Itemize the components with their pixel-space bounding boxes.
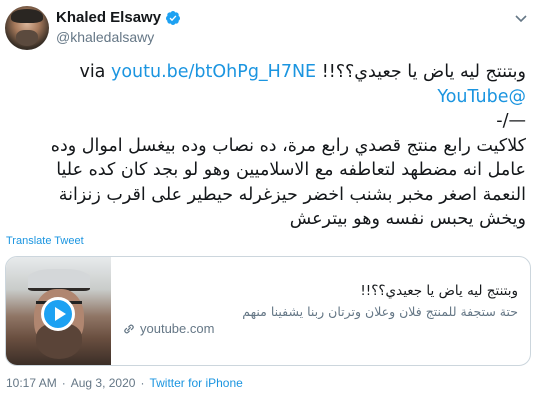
card-description: حتة ستجفة للمنتج فلان وعلان وترتان ربنا … (242, 304, 518, 319)
tweet-source[interactable]: Twitter for iPhone (149, 376, 242, 390)
tweet-line-1: وبتنتج ليه ياض يا جعيدي؟؟!! via youtu.be… (11, 60, 526, 85)
card-title: وبتنتج ليه ياض يا جعيدي؟؟!! (360, 283, 518, 299)
translate-tweet-link[interactable]: Translate Tweet (6, 235, 84, 247)
tweet-line-5: عامل انه مضطهد لتعاطفه مع الاسلاميين وهو… (56, 160, 526, 180)
avatar-beard (16, 30, 38, 46)
thumbnail-hat (28, 269, 90, 291)
chevron-down-icon[interactable] (513, 10, 529, 26)
avatar[interactable] (5, 6, 49, 50)
tweet-meta: 10:17 AM · Aug 3, 2020 · Twitter for iPh… (6, 376, 243, 390)
name-row: Khaled Elsawy (56, 9, 181, 26)
tweet-line-6: النعمة اصغر مخبر بشنب اخضر حيزغرله حيطير… (58, 184, 526, 205)
tweet-line-2: @YouTube (11, 85, 526, 110)
user-handle[interactable]: @khaledalsawy (56, 29, 154, 45)
play-icon[interactable] (41, 297, 75, 331)
link-preview-card[interactable]: وبتنتج ليه ياض يا جعيدي؟؟!! حتة ستجفة لل… (5, 256, 531, 366)
avatar-hair (11, 9, 43, 23)
tweet-date[interactable]: Aug 3, 2020 (71, 376, 136, 390)
tweet-time[interactable]: 10:17 AM (6, 376, 57, 390)
tweet-text: وبتنتج ليه ياض يا جعيدي؟؟!! via youtu.be… (11, 60, 526, 232)
tweet-line-4: كلاكيت رابع منتج قصدي رابع مرة، ده نصاب … (50, 135, 526, 156)
meta-separator: · (61, 376, 66, 390)
link-icon (122, 322, 136, 336)
card-domain-row: youtube.com (122, 321, 214, 336)
meta-separator-2: · (140, 376, 145, 390)
display-name[interactable]: Khaled Elsawy (56, 9, 161, 26)
tweet-header: Khaled Elsawy @khaledalsawy (5, 6, 535, 50)
youtube-link[interactable]: youtu.be/btOhPg_H7NE (111, 62, 316, 82)
card-body: وبتنتج ليه ياض يا جعيدي؟؟!! حتة ستجفة لل… (122, 257, 518, 365)
tweet-line-7: ويخش يحبس نفسه وهو بيترعش (289, 209, 526, 229)
card-domain: youtube.com (140, 321, 215, 336)
card-thumbnail[interactable] (6, 257, 111, 365)
tweet-line-3: —/- (496, 111, 526, 131)
verified-badge-icon (165, 10, 181, 26)
youtube-mention[interactable]: @YouTube (437, 87, 526, 107)
